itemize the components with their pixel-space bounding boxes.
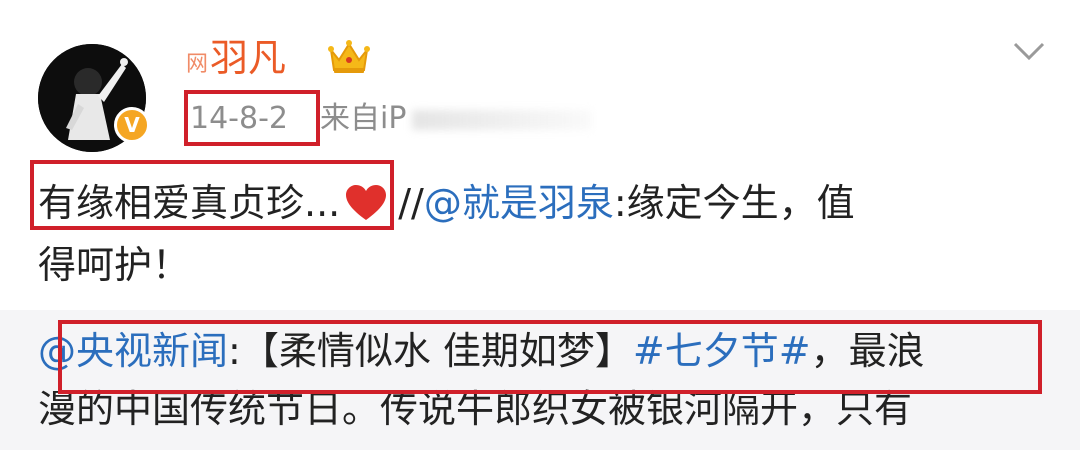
username-text: 羽凡 bbox=[210, 36, 287, 80]
highlight-box-post-text bbox=[30, 160, 394, 230]
username-prefix: 网 bbox=[186, 52, 209, 77]
blurred-source bbox=[412, 109, 593, 130]
crown-icon bbox=[328, 40, 370, 73]
chevron-down-icon[interactable] bbox=[1012, 40, 1046, 64]
repost-separator: // bbox=[398, 181, 424, 225]
verified-badge: V bbox=[114, 107, 150, 143]
post-quote-text: :缘定今生，值 bbox=[613, 181, 855, 225]
highlight-box-repost bbox=[58, 320, 1042, 394]
post-source: 来自iP bbox=[320, 101, 407, 136]
username[interactable]: 网羽凡 bbox=[186, 34, 286, 89]
highlight-box-date bbox=[184, 90, 320, 146]
weibo-post: V 网羽凡 14-8-2 来自iP 有缘相爱真贞珍...//@就是羽泉:缘定今生，… bbox=[0, 0, 1080, 450]
mention-link[interactable]: @就是羽泉 bbox=[424, 181, 614, 225]
post-text-line2: 得呵护！ bbox=[38, 243, 191, 287]
